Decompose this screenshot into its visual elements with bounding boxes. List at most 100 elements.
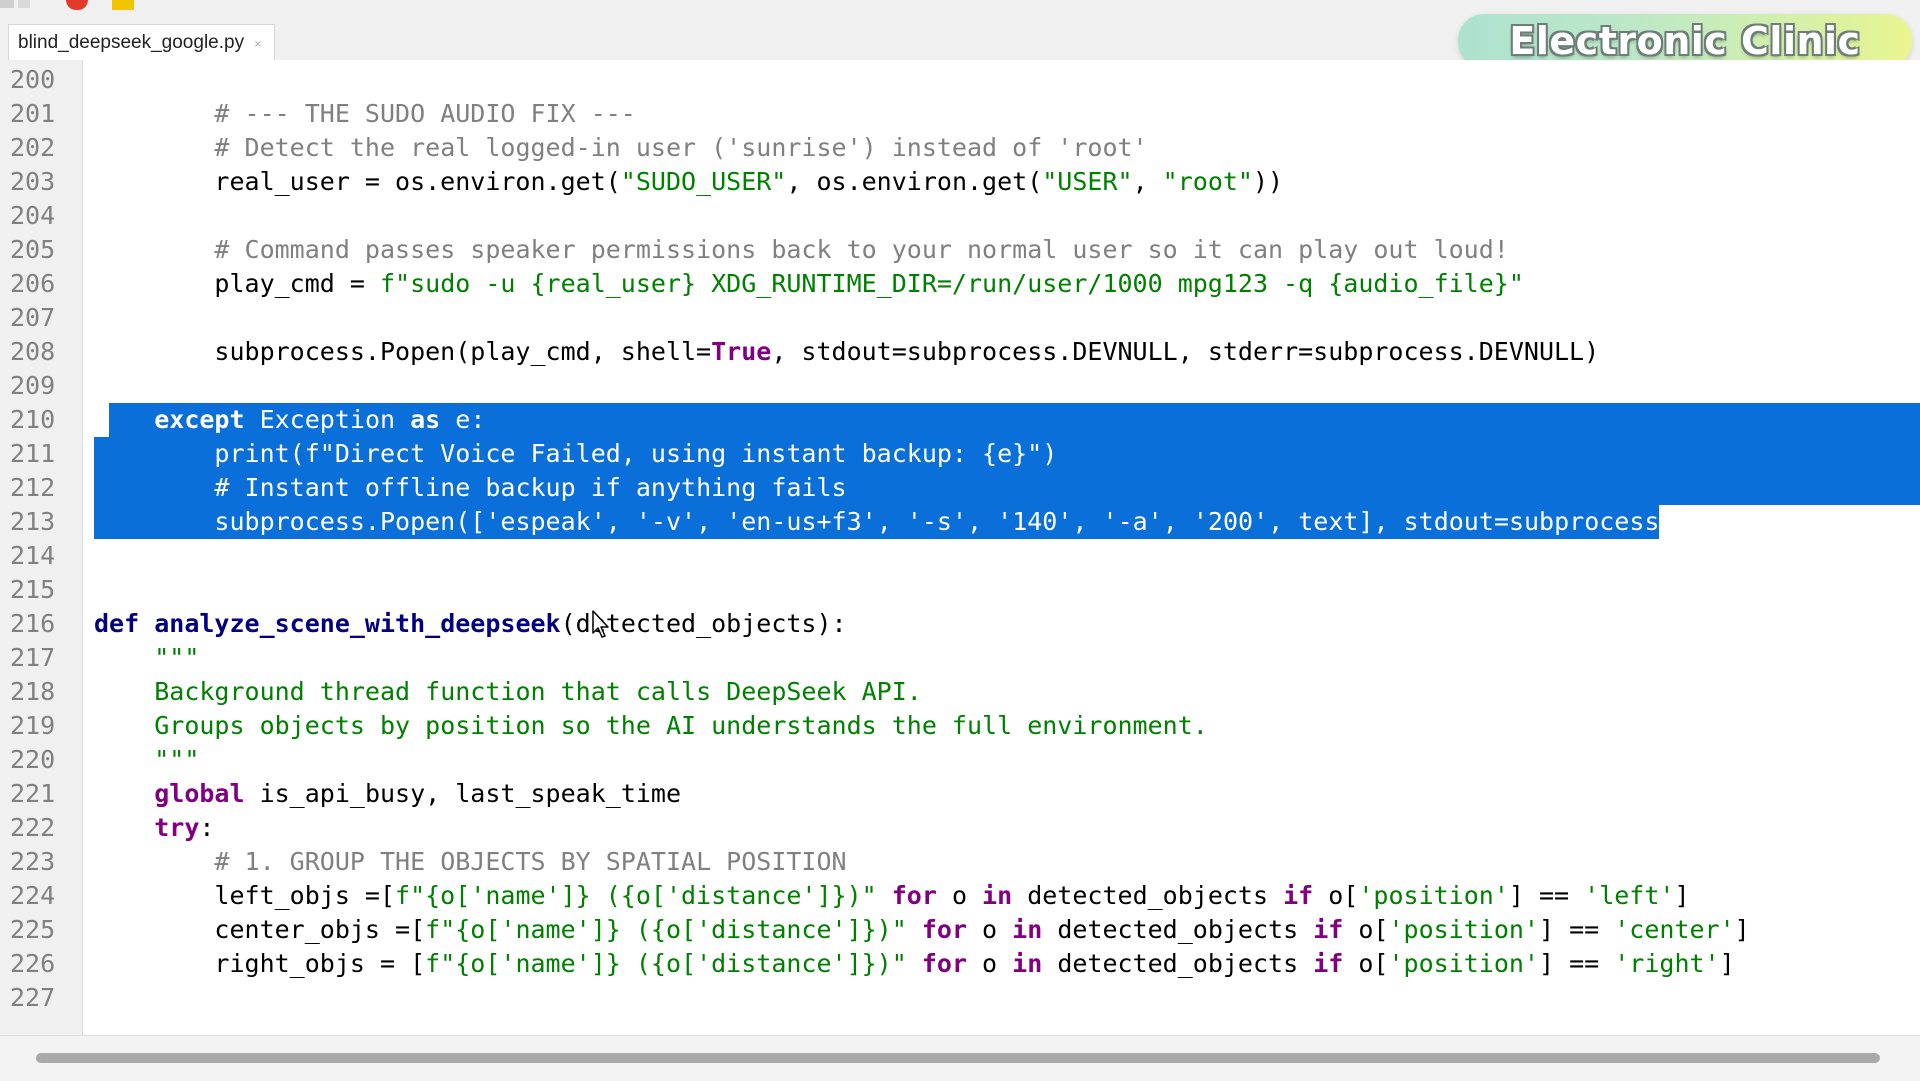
token-kw: if xyxy=(1283,881,1314,910)
token: , xyxy=(696,507,727,536)
code-line[interactable]: 218 Background thread function that call… xyxy=(0,675,1920,709)
code-text: """ xyxy=(94,641,199,675)
token-str: 'right' xyxy=(1614,949,1720,978)
token: is_api_busy, last_speak_time xyxy=(244,779,682,808)
token-str: "root" xyxy=(1162,167,1253,196)
token: , xyxy=(1072,507,1103,536)
code-text: Background thread function that calls De… xyxy=(94,675,922,709)
line-number: 203 xyxy=(10,167,56,196)
token: Exception xyxy=(244,405,411,434)
token-str: f"{o['name']} ({o['distance']})" xyxy=(395,881,877,910)
line-number: 206 xyxy=(10,269,56,298)
code-line[interactable]: 210 except Exception as e: xyxy=(0,403,1920,437)
code-line[interactable]: 202 # Detect the real logged-in user ('s… xyxy=(0,131,1920,165)
line-number: 221 xyxy=(10,779,56,808)
token-str: "USER" xyxy=(1042,167,1133,196)
code-line[interactable]: 211 print(f"Direct Voice Failed, using i… xyxy=(0,437,1920,471)
code-line[interactable]: 221 global is_api_busy, last_speak_time xyxy=(0,777,1920,811)
code-line[interactable]: 217 """ xyxy=(0,641,1920,675)
scrollbar-thumb[interactable] xyxy=(36,1053,1880,1063)
code-text: real_user = os.environ.get("SUDO_USER", … xyxy=(94,165,1283,199)
code-line[interactable]: 206 play_cmd = f"sudo -u {real_user} XDG… xyxy=(0,267,1920,301)
code-editor[interactable]: 200 201 # --- THE SUDO AUDIO FIX --- 202 #… xyxy=(0,60,1920,1035)
token: right_objs = [ xyxy=(94,949,426,978)
token: center_objs =[ xyxy=(94,915,426,944)
code-line[interactable]: 213 subprocess.Popen(['espeak', '-v', 'e… xyxy=(0,505,1920,539)
code-line[interactable]: 216 def analyze_scene_with_deepseek(detec… xyxy=(0,607,1920,641)
code-line[interactable]: 223 # 1. GROUP THE OBJECTS BY SPATIAL PO… xyxy=(0,845,1920,879)
code-line[interactable]: 200 xyxy=(0,63,1920,97)
token: o xyxy=(967,949,1013,978)
code-text: left_objs =[f"{o['name']} ({o['distance'… xyxy=(94,879,1689,913)
code-line[interactable]: 219 Groups objects by position so the AI… xyxy=(0,709,1920,743)
token: o xyxy=(936,881,983,910)
token-str: '140' xyxy=(997,507,1073,536)
token: )) xyxy=(1252,167,1284,196)
code-line[interactable]: 209 xyxy=(0,369,1920,403)
line-number: 216 xyxy=(10,609,56,638)
token-kw: if xyxy=(1313,915,1344,944)
token-kw: for xyxy=(921,949,967,978)
token-str: 'espeak' xyxy=(485,507,606,536)
line-number: 209 xyxy=(10,371,56,400)
code-line[interactable]: 224 left_objs =[f"{o['name']} ({o['dista… xyxy=(0,879,1920,913)
code-line[interactable]: 227 xyxy=(0,981,1920,1015)
toolbar-icon[interactable] xyxy=(0,0,14,8)
record-icon[interactable] xyxy=(66,0,88,10)
code-text: # Command passes speaker permissions bac… xyxy=(94,233,1509,267)
token: ] xyxy=(1734,915,1750,944)
token: ] == xyxy=(1508,881,1585,910)
code-line[interactable]: 226 right_objs = [f"{o['name']} ({o['dis… xyxy=(0,947,1920,981)
token-kw: try xyxy=(154,813,200,842)
code-text: except Exception as e: xyxy=(94,403,485,437)
horizontal-scrollbar[interactable] xyxy=(0,1035,1920,1081)
tab-file[interactable]: blind_deepseek_google.py × xyxy=(8,24,275,61)
token-str: 'position' xyxy=(1388,915,1539,944)
token-kw: in xyxy=(1012,949,1043,978)
code-line[interactable]: 204 xyxy=(0,199,1920,233)
token-kw: for xyxy=(921,915,967,944)
token-kw: as xyxy=(410,405,441,434)
token-str: '-v' xyxy=(635,507,697,536)
token: detected_objects xyxy=(1042,949,1314,978)
token: print( xyxy=(94,439,305,468)
token-str: 'en-us+f3' xyxy=(726,507,877,536)
code-line[interactable]: 220 """ xyxy=(0,743,1920,777)
line-number: 222 xyxy=(10,813,56,842)
code-line[interactable]: 215 xyxy=(0,573,1920,607)
code-line[interactable]: 205 # Command passes speaker permissions… xyxy=(0,233,1920,267)
tab-label: blind_deepseek_google.py xyxy=(18,32,245,53)
code-line[interactable]: 201 # --- THE SUDO AUDIO FIX --- xyxy=(0,97,1920,131)
code-line[interactable]: 203 real_user = os.environ.get("SUDO_USE… xyxy=(0,165,1920,199)
token: real_user = os.environ.get( xyxy=(94,167,621,196)
close-icon[interactable]: × xyxy=(254,36,262,51)
code-line[interactable]: 214 xyxy=(0,539,1920,573)
token-str: '200' xyxy=(1192,507,1269,536)
token: , xyxy=(605,507,636,536)
folder-icon[interactable] xyxy=(112,0,134,10)
code-line[interactable]: 212 # Instant offline backup if anything… xyxy=(0,471,1920,505)
code-line[interactable]: 222 try: xyxy=(0,811,1920,845)
token: , xyxy=(876,507,907,536)
token: subprocess.Popen(play_cmd, shell= xyxy=(94,337,712,366)
code-line[interactable]: 225 center_objs =[f"{o['name']} ({o['dis… xyxy=(0,913,1920,947)
token-cmt: # --- THE SUDO AUDIO FIX --- xyxy=(214,99,636,128)
code-line[interactable]: 207 xyxy=(0,301,1920,335)
toolbar-icon[interactable] xyxy=(18,0,30,8)
token: , text], stdout=subprocess.DEVNULL, st xyxy=(1268,507,1841,536)
token: o xyxy=(967,915,1013,944)
token-cmt: # Command passes speaker permissions bac… xyxy=(214,235,1509,264)
line-number: 224 xyxy=(10,881,56,910)
token: e: xyxy=(440,405,486,434)
token: ] xyxy=(1719,949,1735,978)
token-str: 'center' xyxy=(1614,915,1735,944)
code-line[interactable]: 208 subprocess.Popen(play_cmd, shell=Tru… xyxy=(0,335,1920,369)
